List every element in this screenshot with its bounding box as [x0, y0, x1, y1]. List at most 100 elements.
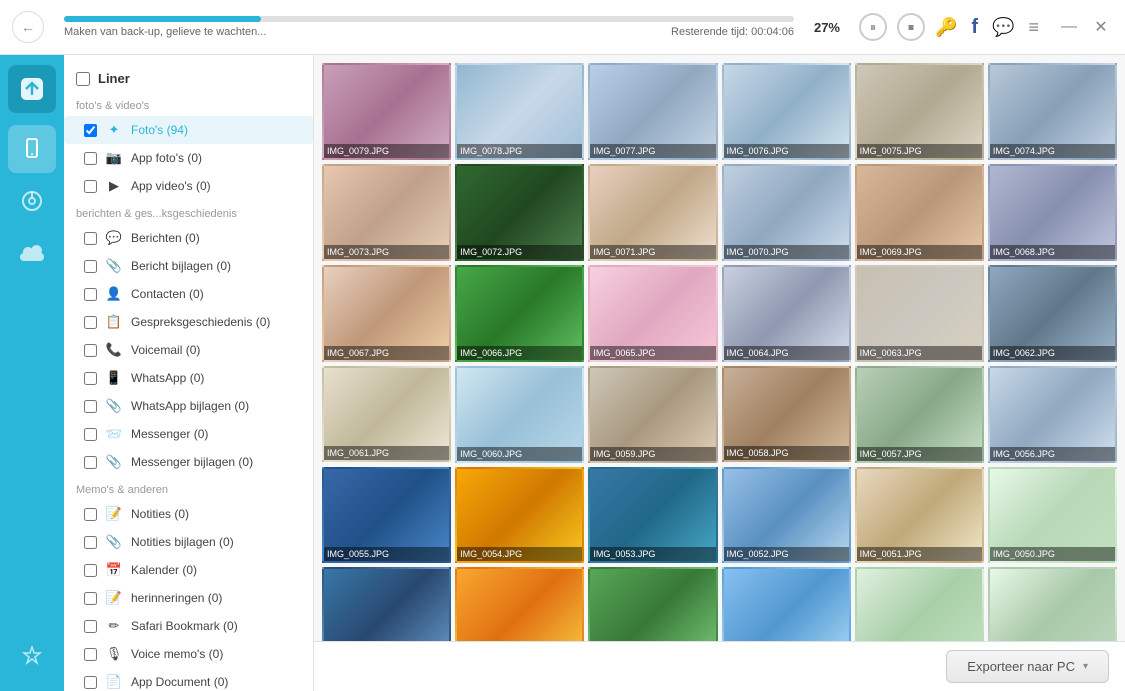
photo-cell-3[interactable]: IMG_0077.JPG [588, 63, 717, 160]
app-fotos-checkbox[interactable] [84, 152, 97, 165]
export-button[interactable]: Exporteer naar PC ▾ [946, 650, 1109, 683]
gespreksgeschiedenis-checkbox[interactable] [84, 316, 97, 329]
panel-item-notities[interactable]: 📝 Notities (0) [64, 500, 313, 528]
app-document-icon: 📄 [105, 673, 123, 691]
photo-cell-5[interactable]: IMG_0075.JPG [855, 63, 984, 160]
photo-cell-35[interactable]: IMG_0045.JPG [855, 567, 984, 641]
photo-cell-23[interactable]: IMG_0057.JPG [855, 366, 984, 463]
panel-item-app-document[interactable]: 📄 App Document (0) [64, 668, 313, 691]
notities-checkbox[interactable] [84, 508, 97, 521]
logo-button[interactable] [8, 65, 56, 113]
berichten-checkbox[interactable] [84, 232, 97, 245]
photo-cell-22[interactable]: IMG_0058.JPG [722, 366, 851, 463]
panel-item-kalender[interactable]: 📅 Kalender (0) [64, 556, 313, 584]
contacten-checkbox[interactable] [84, 288, 97, 301]
panel-item-herinneringen[interactable]: 📝 herinneringen (0) [64, 584, 313, 612]
photo-cell-14[interactable]: IMG_0066.JPG [455, 265, 584, 362]
photo-cell-33[interactable]: IMG_0047.JPG [588, 567, 717, 641]
photo-cell-28[interactable]: IMG_0052.JPG [722, 467, 851, 564]
photo-cell-8[interactable]: IMG_0072.JPG [455, 164, 584, 261]
panel-header-checkbox[interactable] [76, 72, 90, 86]
panel-item-app-videos[interactable]: ▶ App video's (0) [64, 172, 313, 200]
panel-item-bericht-bijlagen[interactable]: 📎 Bericht bijlagen (0) [64, 252, 313, 280]
photo-cell-2[interactable]: IMG_0078.JPG [455, 63, 584, 160]
photo-cell-36[interactable]: IMG_0044.JPG [988, 567, 1117, 641]
sidebar-item-mobile[interactable] [8, 125, 56, 173]
photo-cell-20[interactable]: IMG_0060.JPG [455, 366, 584, 463]
photo-cell-6[interactable]: IMG_0074.JPG [988, 63, 1117, 160]
bericht-bijlagen-checkbox[interactable] [84, 260, 97, 273]
panel-item-voicemail[interactable]: 📞 Voicemail (0) [64, 336, 313, 364]
messenger-bijlagen-label: Messenger bijlagen (0) [131, 455, 301, 469]
photo-cell-26[interactable]: IMG_0054.JPG [455, 467, 584, 564]
photo-label-4: IMG_0076.JPG [724, 144, 849, 158]
photo-cell-15[interactable]: IMG_0065.JPG [588, 265, 717, 362]
voicemail-checkbox[interactable] [84, 344, 97, 357]
close-button[interactable]: ✕ [1089, 15, 1113, 39]
safari-checkbox[interactable] [84, 620, 97, 633]
whatsapp-bijlagen-checkbox[interactable] [84, 400, 97, 413]
messenger-bijlagen-checkbox[interactable] [84, 456, 97, 469]
photo-cell-32[interactable]: IMG_0048.JPG [455, 567, 584, 641]
photo-cell-18[interactable]: IMG_0062.JPG [988, 265, 1117, 362]
panel-item-berichten[interactable]: 💬 Berichten (0) [64, 224, 313, 252]
photo-cell-30[interactable]: IMG_0050.JPG [988, 467, 1117, 564]
panel-item-messenger[interactable]: 📨 Messenger (0) [64, 420, 313, 448]
key-icon[interactable]: 🔑 [935, 17, 957, 38]
kalender-checkbox[interactable] [84, 564, 97, 577]
photo-cell-21[interactable]: IMG_0059.JPG [588, 366, 717, 463]
photo-cell-31[interactable]: IMG_0049.JPG [322, 567, 451, 641]
messenger-checkbox[interactable] [84, 428, 97, 441]
photo-label-17: IMG_0063.JPG [857, 346, 982, 360]
sidebar-item-cloud[interactable] [8, 229, 56, 277]
photo-cell-4[interactable]: IMG_0076.JPG [722, 63, 851, 160]
photo-cell-25[interactable]: IMG_0055.JPG [322, 467, 451, 564]
app-document-checkbox[interactable] [84, 676, 97, 689]
minimize-button[interactable]: — [1057, 15, 1081, 39]
photo-cell-27[interactable]: IMG_0053.JPG [588, 467, 717, 564]
gespreks-icon: 📋 [105, 313, 123, 331]
chat-icon[interactable]: 💬 [992, 17, 1014, 38]
photo-cell-16[interactable]: IMG_0064.JPG [722, 265, 851, 362]
panel-item-gespreksgeschiedenis[interactable]: 📋 Gespreksgeschiedenis (0) [64, 308, 313, 336]
notities-bijlagen-checkbox[interactable] [84, 536, 97, 549]
contacten-label: Contacten (0) [131, 287, 301, 301]
photo-label-29: IMG_0051.JPG [857, 547, 982, 561]
photo-cell-12[interactable]: IMG_0068.JPG [988, 164, 1117, 261]
sidebar-item-tools[interactable] [8, 633, 56, 681]
facebook-icon[interactable]: f [971, 16, 978, 39]
panel-item-whatsapp[interactable]: 📱 WhatsApp (0) [64, 364, 313, 392]
title-bar: ← Maken van back-up, gelieve te wachten.… [0, 0, 1125, 55]
photo-cell-9[interactable]: IMG_0071.JPG [588, 164, 717, 261]
panel-item-whatsapp-bijlagen[interactable]: 📎 WhatsApp bijlagen (0) [64, 392, 313, 420]
panel-item-app-fotos[interactable]: 📷 App foto's (0) [64, 144, 313, 172]
photo-cell-7[interactable]: IMG_0073.JPG [322, 164, 451, 261]
panel-item-contacten[interactable]: 👤 Contacten (0) [64, 280, 313, 308]
pause-button[interactable]: ⏸ [859, 13, 887, 41]
voice-memos-checkbox[interactable] [84, 648, 97, 661]
fotos-checkbox[interactable] [84, 124, 97, 137]
photo-cell-1[interactable]: IMG_0079.JPG [322, 63, 451, 160]
photo-cell-19[interactable]: IMG_0061.JPG [322, 366, 451, 463]
herinneringen-checkbox[interactable] [84, 592, 97, 605]
photo-cell-11[interactable]: IMG_0069.JPG [855, 164, 984, 261]
photo-label-6: IMG_0074.JPG [990, 144, 1115, 158]
back-button[interactable]: ← [12, 11, 44, 43]
menu-icon[interactable]: ≡ [1028, 17, 1039, 38]
stop-button[interactable]: ⏹ [897, 13, 925, 41]
whatsapp-checkbox[interactable] [84, 372, 97, 385]
herinneringen-label: herinneringen (0) [131, 591, 301, 605]
sidebar-item-music[interactable] [8, 177, 56, 225]
panel-item-notities-bijlagen[interactable]: 📎 Notities bijlagen (0) [64, 528, 313, 556]
app-videos-checkbox[interactable] [84, 180, 97, 193]
photo-cell-24[interactable]: IMG_0056.JPG [988, 366, 1117, 463]
panel-item-safari[interactable]: ✏ Safari Bookmark (0) [64, 612, 313, 640]
photo-cell-10[interactable]: IMG_0070.JPG [722, 164, 851, 261]
panel-item-messenger-bijlagen[interactable]: 📎 Messenger bijlagen (0) [64, 448, 313, 476]
photo-cell-13[interactable]: IMG_0067.JPG [322, 265, 451, 362]
photo-cell-29[interactable]: IMG_0051.JPG [855, 467, 984, 564]
photo-cell-34[interactable]: IMG_0046.JPG [722, 567, 851, 641]
panel-item-fotos[interactable]: ✦ Foto's (94) [64, 116, 313, 144]
panel-item-voice-memos[interactable]: 🎙 Voice memo's (0) [64, 640, 313, 668]
photo-cell-17[interactable]: IMG_0063.JPG [855, 265, 984, 362]
